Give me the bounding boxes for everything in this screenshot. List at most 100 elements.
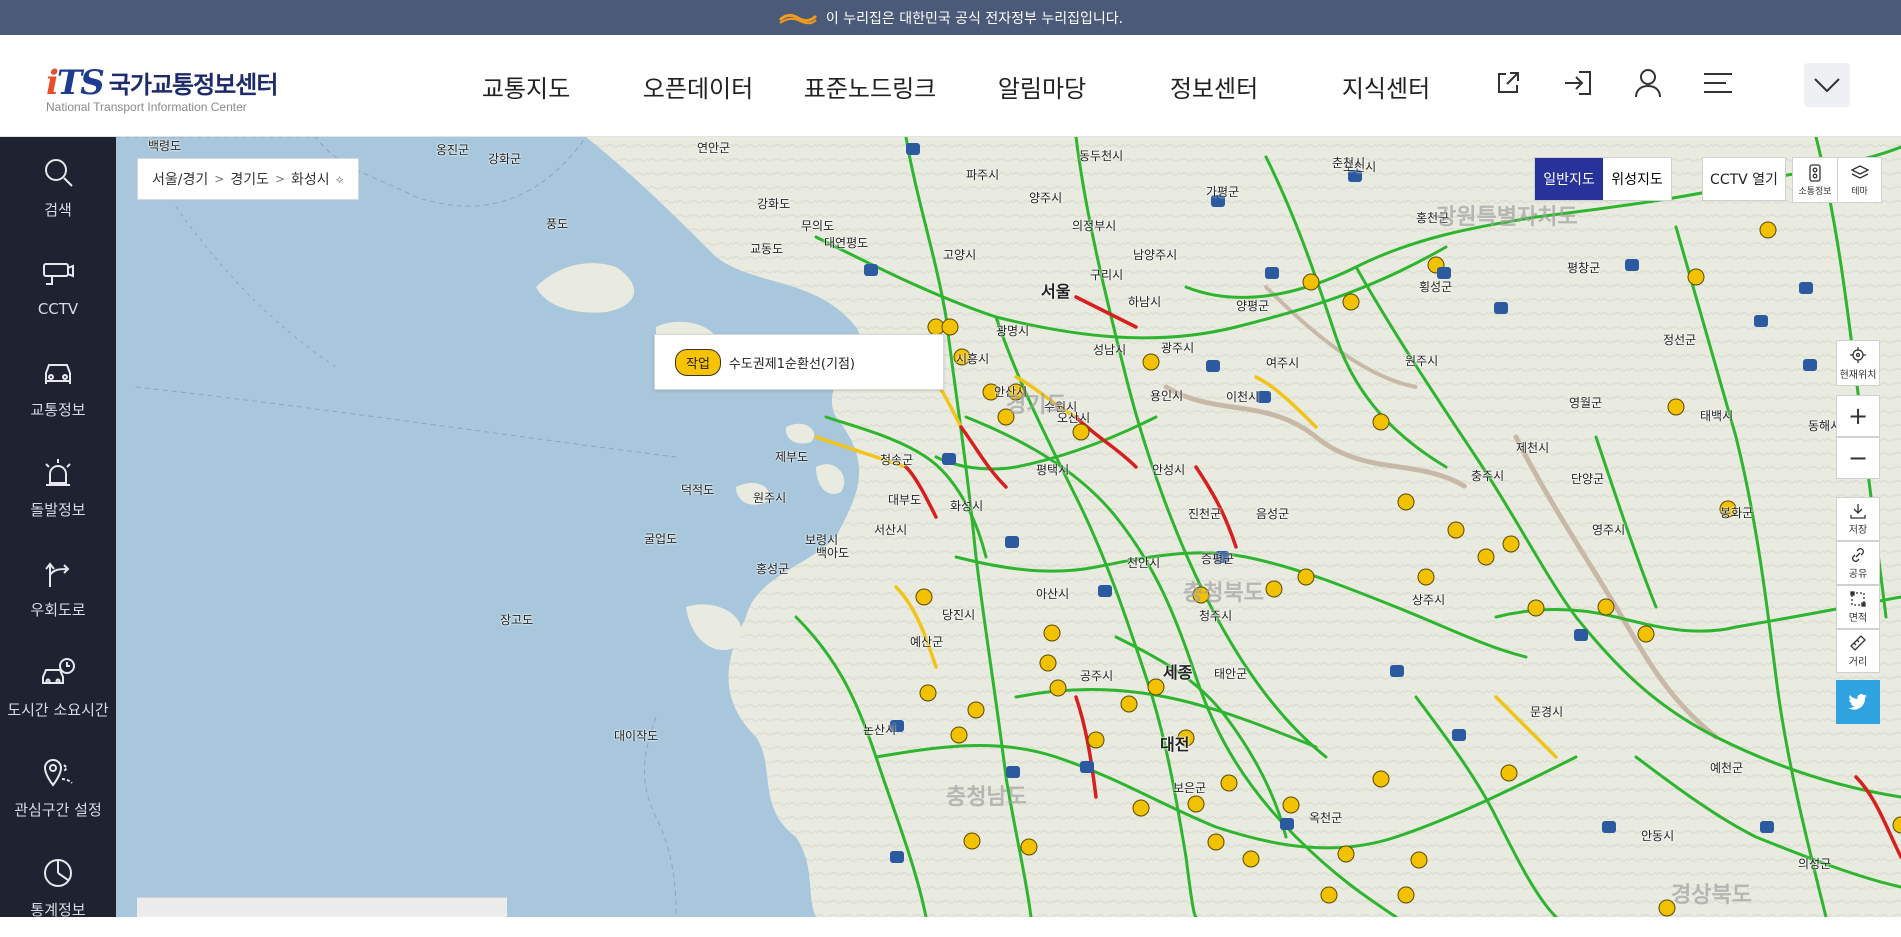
site-logo[interactable]: iTS 국가교통정보센터 National Transport Informat… [46,65,279,115]
place-label: 예천군 [1710,761,1744,775]
place-label: 제부도 [775,450,809,464]
expand-button[interactable] [1804,63,1850,107]
place-label: 무의도 [801,219,835,233]
car-icon [45,363,71,384]
sidebar-item-statistics[interactable]: 통계정보 [0,837,116,937]
stats-icon [44,858,72,887]
bottom-panel[interactable] [137,897,507,917]
incident-location-text: 수도권제1순환선(기점) [728,356,855,372]
place-label: 보은군 [1173,781,1207,795]
dropdown-icon[interactable]: ⟡ [336,172,344,187]
theme-button[interactable]: 테마 [1837,158,1881,202]
place-label: 장고도 [500,613,534,627]
place-label: 가평군 [1206,185,1240,199]
header-icons [1490,65,1736,101]
map-canvas[interactable]: 백령도 옹진군 강화군 연안군 파주시 동두천시 포천시 고양시 양주시 의정부… [116,137,1901,917]
region-label: 경상북도 [1671,883,1752,908]
twitter-share-button[interactable] [1836,680,1880,724]
place-label: 세종 [1163,663,1193,682]
place-label: 의성군 [1798,857,1832,871]
nav-open-data[interactable]: 오픈데이터 [612,69,784,104]
region-label: 강원특별자치도 [1436,205,1578,230]
region-label: 충청북도 [1183,581,1264,606]
place-label: 시흥시 [956,352,990,366]
external-link-icon[interactable] [1490,65,1526,101]
save-button[interactable]: 저장 [1836,497,1880,541]
sidebar-item-travel-time[interactable]: 도시간 소요시간 [0,637,116,737]
place-label: 단양군 [1571,472,1605,486]
share-button[interactable]: 공유 [1836,541,1880,585]
logo-title: 국가교통정보센터 [108,71,279,99]
place-label: 광주시 [1161,341,1195,355]
place-label: 화성시 [950,499,984,513]
place-label: 강화군 [488,152,522,166]
distance-measure-button[interactable]: 거리 [1836,629,1880,673]
nav-knowledge-center[interactable]: 지식센터 [1300,69,1472,104]
crosshair-icon [1850,346,1866,363]
nav-standard-node-link[interactable]: 표준노드링크 [784,69,956,104]
user-icon[interactable] [1630,65,1666,101]
login-icon[interactable] [1560,65,1596,101]
menu-icon[interactable] [1700,65,1736,101]
traffic-info-button[interactable]: 소통정보 [1793,158,1837,202]
place-label: 대전 [1160,735,1190,754]
breadcrumb-item[interactable]: 서울/경기 [152,169,208,189]
place-label: 영주시 [1592,523,1626,537]
pin-icon [43,758,73,787]
place-label: 여주시 [1266,356,1300,370]
place-label: 양주시 [1029,191,1063,205]
place-label: 강화도 [757,197,791,211]
sidebar-item-label: 우회도로 [30,600,86,619]
incident-tooltip[interactable]: 작업 수도권제1순환선(기점) [654,334,944,390]
logo-subtitle: National Transport Information Center [46,100,247,114]
breadcrumb-separator: > [214,172,225,186]
place-label: 영월군 [1569,396,1603,410]
place-label: 풍도 [546,217,569,231]
sidebar-item-incident[interactable]: 돌발정보 [0,437,116,537]
zoom-out-button[interactable]: − [1836,437,1880,479]
place-label: 태안군 [1214,667,1248,681]
place-label: 논산시 [863,723,897,737]
region-label: 충청남도 [946,785,1027,810]
breadcrumb-item[interactable]: 화성시 [291,169,330,189]
zoom-in-button[interactable]: + [1836,395,1880,437]
sidebar-item-detour[interactable]: 우회도로 [0,537,116,637]
main-nav: 교통지도 오픈데이터 표준노드링크 알림마당 정보센터 지식센터 [440,35,1472,137]
share-label: 공유 [1848,568,1868,580]
ruler-icon [1850,634,1866,651]
nav-notice[interactable]: 알림마당 [956,69,1128,104]
area-measure-button[interactable]: 면적 [1836,585,1880,629]
place-label: 천안시 [1127,556,1161,570]
detour-icon [45,561,70,587]
place-label: 춘천시 [1332,156,1366,170]
current-location-label: 현재위치 [1839,369,1877,381]
place-label: 굴업도 [644,532,678,546]
place-label: 문경시 [1530,705,1564,719]
sidebar-item-search[interactable]: 검색 [0,137,116,237]
breadcrumb-item[interactable]: 경기도 [230,169,269,189]
cctv-icon [43,263,74,285]
sidebar-item-label: 관심구간 설정 [14,800,102,819]
download-icon [1850,503,1866,519]
place-label: 남양주시 [1133,248,1178,262]
nav-traffic-map[interactable]: 교통지도 [440,69,612,104]
current-location-button[interactable]: 현재위치 [1836,340,1880,386]
save-label: 저장 [1848,524,1868,536]
place-label: 예산군 [910,635,944,649]
sidebar-item-traffic[interactable]: 교통정보 [0,337,116,437]
cctv-open-button[interactable]: CCTV 열기 [1702,157,1786,201]
theme-label: 테마 [1851,186,1868,197]
place-label: 교동도 [750,242,784,256]
map-type-normal-button[interactable]: 일반지도 [1535,158,1603,200]
map-type-satellite-button[interactable]: 위성지도 [1603,158,1671,200]
place-label: 증평군 [1201,552,1235,566]
place-label: 평창군 [1567,261,1601,275]
area-icon [1850,590,1866,607]
place-label: 정선군 [1663,333,1697,347]
place-label: 옹진군 [436,143,470,157]
breadcrumb[interactable]: 서울/경기 > 경기도 > 화성시 ⟡ [137,158,359,200]
sidebar-item-interest-section[interactable]: 관심구간 설정 [0,737,116,837]
sidebar-item-cctv[interactable]: CCTV [0,237,116,337]
nav-info-center[interactable]: 정보센터 [1128,69,1300,104]
place-label: 제천시 [1516,441,1550,455]
